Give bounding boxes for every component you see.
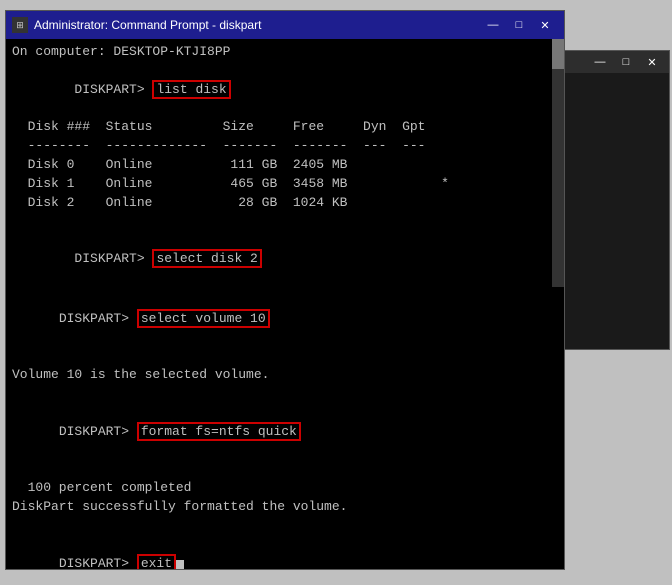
bg-close-button[interactable]: ✕ bbox=[639, 50, 665, 74]
result-5: 100 percent completed bbox=[12, 479, 558, 498]
cursor bbox=[176, 560, 184, 569]
prompt-2: DISKPART> select disk 2 bbox=[12, 231, 546, 287]
scrollbar[interactable] bbox=[552, 39, 564, 287]
blank-5 bbox=[12, 385, 558, 404]
cmd6-highlight: exit bbox=[137, 554, 176, 569]
blank-1 bbox=[12, 213, 546, 232]
cmd1-highlight: list disk bbox=[152, 80, 230, 99]
col-sep: -------- ------------- ------- ------- -… bbox=[12, 137, 546, 156]
close-button[interactable]: ✕ bbox=[532, 13, 558, 37]
prompt-5: DISKPART> format fs=ntfs quick bbox=[12, 404, 558, 461]
scroll-section: On computer: DESKTOP-KTJI8PP DISKPART> l… bbox=[6, 39, 564, 287]
prompt-1: DISKPART> list disk bbox=[12, 62, 546, 119]
bg-maximize-button[interactable]: □ bbox=[613, 50, 639, 74]
cmd2-highlight: select disk 2 bbox=[152, 249, 261, 268]
prompt-4: DISKPART> select volume 10 bbox=[12, 291, 558, 348]
result-5b: DiskPart successfully formatted the volu… bbox=[12, 498, 558, 517]
blank-7 bbox=[12, 517, 558, 536]
window-controls: — □ ✕ bbox=[480, 13, 558, 37]
window-title: Administrator: Command Prompt - diskpart bbox=[34, 18, 480, 32]
bg-titlebar: — □ ✕ bbox=[561, 51, 669, 73]
main-window: ⊞ Administrator: Command Prompt - diskpa… bbox=[5, 10, 565, 570]
cmd-icon: ⊞ bbox=[12, 17, 28, 33]
blank-4 bbox=[12, 348, 558, 367]
result-4: Volume 10 is the selected volume. bbox=[12, 366, 558, 385]
maximize-button[interactable]: □ bbox=[506, 13, 532, 37]
main-titlebar: ⊞ Administrator: Command Prompt - diskpa… bbox=[6, 11, 564, 39]
computer-header: On computer: DESKTOP-KTJI8PP bbox=[12, 43, 546, 62]
disk0-row: Disk 0 Online 111 GB 2405 MB bbox=[12, 156, 546, 175]
cmd4-highlight: select volume 10 bbox=[137, 309, 270, 328]
disk1-row: Disk 1 Online 465 GB 3458 MB * bbox=[12, 175, 546, 194]
background-window: — □ ✕ bbox=[560, 50, 670, 350]
bg-minimize-button[interactable]: — bbox=[587, 50, 613, 74]
disk2-row: Disk 2 Online 28 GB 1024 KB bbox=[12, 194, 546, 213]
col-headers: Disk ### Status Size Free Dyn Gpt bbox=[12, 118, 546, 137]
prompt-6: DISKPART> exit bbox=[12, 536, 558, 569]
scrollbar-thumb[interactable] bbox=[552, 39, 564, 69]
bottom-console: DISKPART> select volume 10 Volume 10 is … bbox=[6, 287, 564, 569]
blank-6 bbox=[12, 461, 558, 480]
cmd5-highlight: format fs=ntfs quick bbox=[137, 422, 301, 441]
top-console: On computer: DESKTOP-KTJI8PP DISKPART> l… bbox=[6, 39, 564, 287]
minimize-button[interactable]: — bbox=[480, 13, 506, 37]
bg-window-controls: — □ ✕ bbox=[587, 50, 665, 74]
